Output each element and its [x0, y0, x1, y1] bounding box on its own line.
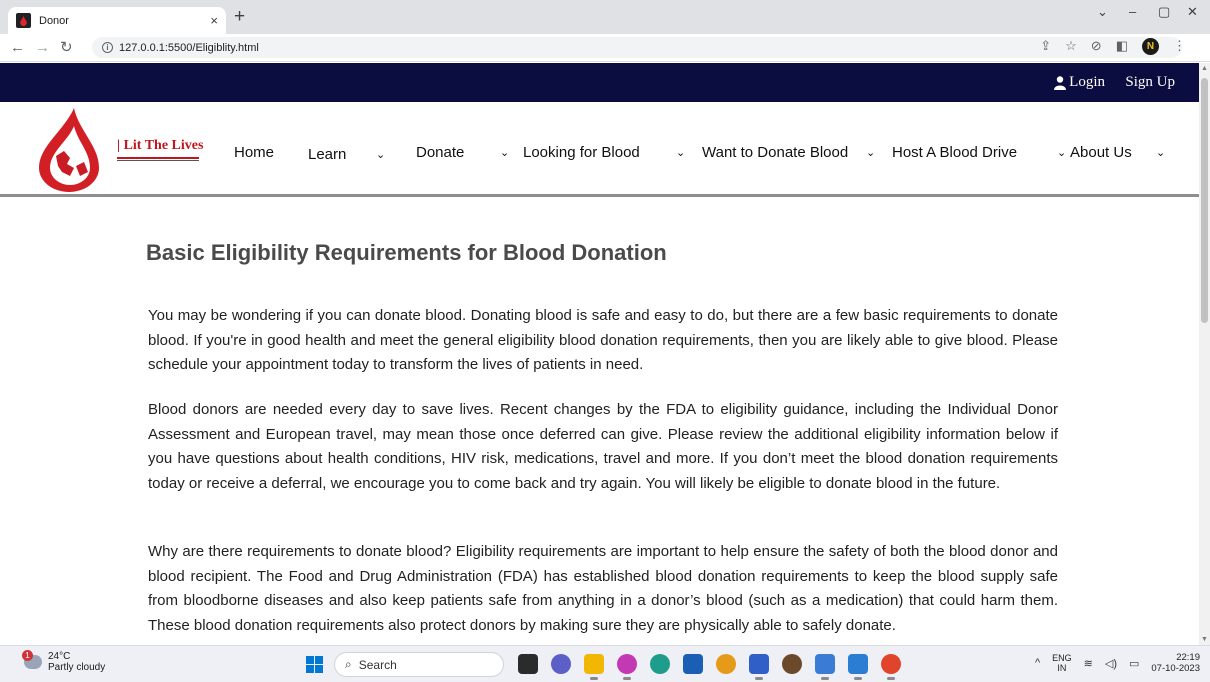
- chevron-down-icon[interactable]: ⌄: [1156, 146, 1165, 159]
- login-label: Login: [1069, 74, 1105, 90]
- nav-learn[interactable]: Learn: [308, 146, 346, 163]
- taskbar-apps: [518, 654, 901, 680]
- site-favicon-icon: [16, 13, 31, 28]
- chevron-down-icon[interactable]: ⌄: [1057, 146, 1066, 159]
- file-explorer-icon[interactable]: [584, 654, 604, 680]
- nav-want-to-donate-blood[interactable]: Want to Donate Blood: [702, 144, 848, 161]
- nav-home[interactable]: Home: [234, 144, 274, 161]
- nav-looking-for-blood[interactable]: Looking for Blood: [523, 144, 640, 161]
- edge-browser-icon[interactable]: [650, 654, 670, 674]
- language-code: ENG: [1052, 653, 1072, 663]
- restore-button[interactable]: ▢: [1158, 4, 1170, 20]
- scroll-up-icon[interactable]: ▲: [1201, 65, 1208, 72]
- clock-date: 07-10-2023: [1151, 663, 1200, 674]
- notification-badge: 1: [22, 650, 33, 661]
- nav-host-a-blood-drive[interactable]: Host A Blood Drive: [892, 144, 1017, 161]
- chevron-down-icon[interactable]: ⌄: [866, 146, 875, 159]
- scrollbar-thumb[interactable]: [1201, 78, 1208, 323]
- system-tray: ^ ENG IN ≋ ◁) ▭ 22:19 07-10-2023: [1035, 652, 1200, 674]
- chevron-down-icon[interactable]: ⌄: [376, 148, 385, 161]
- clock[interactable]: 22:19 07-10-2023: [1151, 652, 1200, 674]
- battery-icon[interactable]: ▭: [1129, 657, 1139, 670]
- new-tab-button[interactable]: +: [234, 7, 245, 27]
- nav-about-us[interactable]: About Us: [1070, 144, 1132, 161]
- blood-drop-logo-icon[interactable]: [34, 106, 104, 194]
- app-orange-icon[interactable]: [716, 654, 736, 674]
- forward-arrow-icon[interactable]: →: [35, 39, 50, 57]
- taskbar-search[interactable]: ⌕ Search: [334, 652, 504, 677]
- search-label: Search: [358, 657, 397, 672]
- page-scrollbar[interactable]: ▲ ▼: [1199, 63, 1210, 645]
- browser-toolbar: ← → ↻ i 127.0.0.1:5500/Eligiblity.html: [0, 34, 1210, 62]
- weather-temperature: 24°C: [48, 651, 71, 662]
- profile-avatar[interactable]: N: [1142, 37, 1159, 55]
- top-utility-bar: Login Sign Up: [0, 63, 1199, 102]
- chevron-up-icon[interactable]: ^: [1035, 657, 1040, 669]
- bookmark-star-icon[interactable]: ☆: [1065, 37, 1077, 55]
- chrome-icon[interactable]: [881, 654, 901, 680]
- brand-underline: [117, 157, 199, 161]
- app-blue-icon[interactable]: [749, 654, 769, 680]
- task-view-icon[interactable]: [518, 654, 538, 674]
- photos-icon[interactable]: [815, 654, 835, 680]
- login-link[interactable]: Login: [1054, 74, 1105, 91]
- browser-tab-strip: Donor × + ⌄ – ▢ ✕: [0, 0, 1210, 34]
- donors-needed-paragraph: Blood donors are needed every day to sav…: [148, 401, 1058, 492]
- brand-name[interactable]: | Lit The Lives: [117, 138, 203, 154]
- sidepanel-icon[interactable]: ◧: [1116, 37, 1128, 55]
- page-title: Basic Eligibility Requirements for Blood…: [146, 240, 667, 265]
- tab-close-icon[interactable]: ×: [210, 13, 218, 28]
- requirements-paragraph: Why are there requirements to donate blo…: [148, 543, 1058, 634]
- store-icon[interactable]: [683, 654, 703, 674]
- region-code: IN: [1057, 663, 1067, 673]
- app-heart-icon[interactable]: [617, 654, 637, 680]
- wifi-icon[interactable]: ≋: [1084, 657, 1093, 670]
- minimize-button[interactable]: –: [1129, 4, 1136, 19]
- share-icon[interactable]: ⇪: [1040, 37, 1051, 55]
- start-button-icon[interactable]: [306, 656, 323, 673]
- clock-time: 22:19: [1176, 652, 1200, 663]
- scroll-down-icon[interactable]: ▼: [1201, 636, 1208, 643]
- app-brown-icon[interactable]: [782, 654, 802, 674]
- address-bar[interactable]: i 127.0.0.1:5500/Eligiblity.html: [92, 37, 1182, 58]
- close-window-button[interactable]: ✕: [1187, 4, 1198, 20]
- volume-icon[interactable]: ◁): [1105, 657, 1117, 670]
- chevron-down-icon[interactable]: ⌄: [676, 146, 685, 159]
- extensions-icon[interactable]: ⊘: [1091, 37, 1102, 55]
- reload-icon[interactable]: ↻: [60, 39, 73, 57]
- signup-link[interactable]: Sign Up: [1125, 74, 1175, 91]
- nav-donate[interactable]: Donate: [416, 144, 464, 161]
- menu-kebab-icon[interactable]: ⋮: [1173, 37, 1186, 55]
- weather-widget[interactable]: 1 24°C Partly cloudy: [22, 650, 106, 673]
- back-arrow-icon[interactable]: ←: [10, 39, 25, 57]
- cloud-icon: 1: [22, 650, 42, 669]
- windows-taskbar: 1 24°C Partly cloudy ⌕ Search ^ ENG IN ≋: [0, 645, 1210, 682]
- browser-tab[interactable]: Donor ×: [8, 7, 226, 34]
- search-icon: ⌕: [345, 657, 352, 671]
- site-header: | Lit The Lives Home Learn ⌄ Donate ⌄ Lo…: [0, 102, 1199, 197]
- tab-title: Donor: [39, 14, 69, 27]
- language-indicator[interactable]: ENG IN: [1052, 653, 1072, 673]
- weather-description: Partly cloudy: [48, 662, 106, 673]
- intro-paragraph: You may be wondering if you can donate b…: [148, 307, 1058, 373]
- tab-search-icon[interactable]: ⌄: [1097, 4, 1108, 20]
- user-icon: [1054, 75, 1067, 90]
- site-info-icon[interactable]: i: [102, 42, 113, 53]
- vscode-icon[interactable]: [848, 654, 868, 680]
- url-text: 127.0.0.1:5500/Eligiblity.html: [119, 41, 259, 54]
- chevron-down-icon[interactable]: ⌄: [500, 146, 509, 159]
- chat-icon[interactable]: [551, 654, 571, 674]
- toolbar-actions: ⇪ ☆ ⊘ ◧ N ⋮: [1040, 37, 1186, 55]
